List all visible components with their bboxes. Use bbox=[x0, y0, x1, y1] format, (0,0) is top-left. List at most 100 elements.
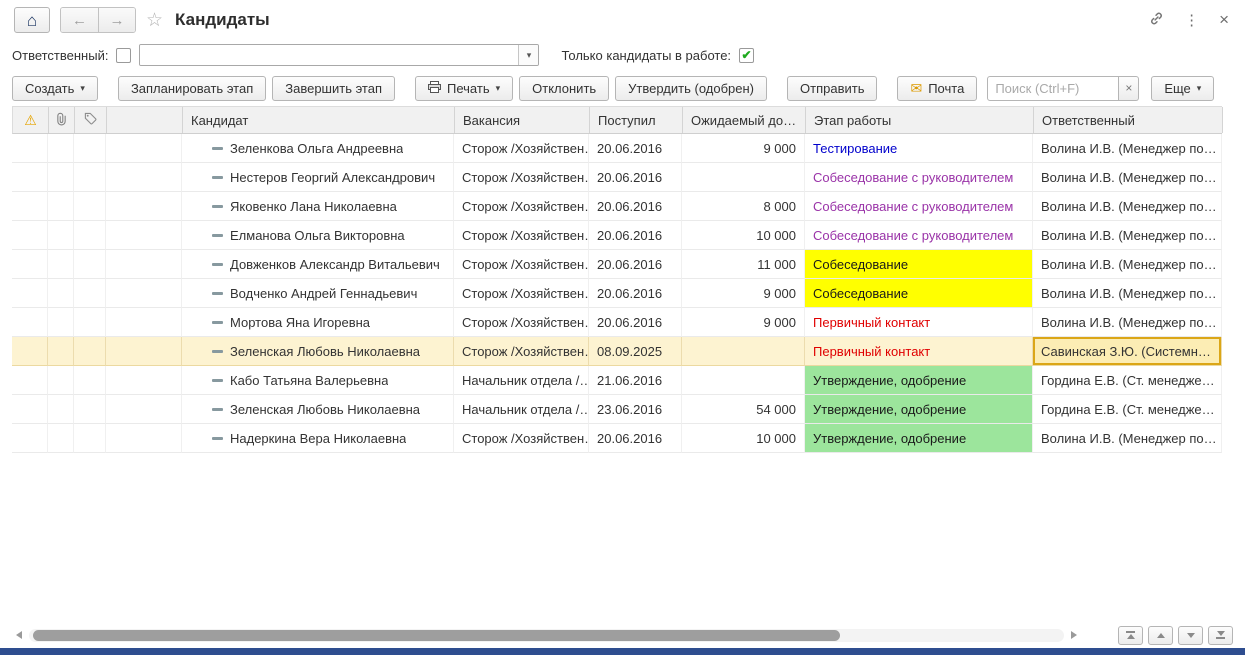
vacancy-cell[interactable]: Начальник отдела /… bbox=[454, 395, 589, 424]
table-row[interactable]: Кабо Татьяна Валерьевна Начальник отдела… bbox=[12, 366, 1222, 395]
finish-stage-button[interactable]: Завершить этап bbox=[272, 75, 396, 101]
favorite-star-icon[interactable]: ☆ bbox=[146, 11, 163, 30]
back-button[interactable]: ← bbox=[61, 8, 98, 32]
column-header-attachment[interactable] bbox=[49, 107, 75, 133]
expected-income-cell[interactable]: 11 000 bbox=[682, 250, 805, 279]
vacancy-cell[interactable]: Сторож /Хозяйствен… bbox=[454, 337, 589, 366]
approve-button[interactable]: Утвердить (одобрен) bbox=[615, 75, 767, 101]
get-link-button[interactable] bbox=[1147, 9, 1166, 31]
candidate-cell[interactable]: Зеленская Любовь Николаевна bbox=[182, 337, 454, 366]
received-date-cell[interactable]: 20.06.2016 bbox=[589, 134, 682, 163]
received-date-cell[interactable]: 20.06.2016 bbox=[589, 279, 682, 308]
vacancy-cell[interactable]: Начальник отдела /… bbox=[454, 366, 589, 395]
received-date-cell[interactable]: 20.06.2016 bbox=[589, 424, 682, 453]
table-row[interactable]: Довженков Александр Витальевич Сторож /Х… bbox=[12, 250, 1222, 279]
received-date-cell[interactable]: 23.06.2016 bbox=[589, 395, 682, 424]
table-row[interactable]: Елманова Ольга Викторовна Сторож /Хозяйс… bbox=[12, 221, 1222, 250]
vacancy-cell[interactable]: Сторож /Хозяйствен… bbox=[454, 192, 589, 221]
received-date-cell[interactable]: 08.09.2025 bbox=[589, 337, 682, 366]
vacancy-cell[interactable]: Сторож /Хозяйствен… bbox=[454, 163, 589, 192]
table-row[interactable]: Водченко Андрей Геннадьевич Сторож /Хозя… bbox=[12, 279, 1222, 308]
stage-cell[interactable]: Собеседование с руководителем bbox=[805, 163, 1033, 192]
responsible-cell[interactable]: Волина И.В. (Менеджер по… bbox=[1033, 192, 1222, 221]
scroll-right-button[interactable] bbox=[1067, 628, 1081, 642]
candidate-cell[interactable]: Зеленская Любовь Николаевна bbox=[182, 395, 454, 424]
candidate-cell[interactable]: Нестеров Георгий Александрович bbox=[182, 163, 454, 192]
responsible-filter-checkbox[interactable]: ✔ bbox=[116, 47, 132, 63]
expected-income-cell[interactable] bbox=[682, 163, 805, 192]
candidate-cell[interactable]: Яковенко Лана Николаевна bbox=[182, 192, 454, 221]
stage-cell[interactable]: Утверждение, одобрение bbox=[805, 424, 1033, 453]
table-row[interactable]: Надеркина Вера Николаевна Сторож /Хозяйс… bbox=[12, 424, 1222, 453]
go-to-first-button[interactable] bbox=[1118, 625, 1143, 645]
scrollbar-thumb[interactable] bbox=[33, 629, 841, 641]
column-header-tag[interactable] bbox=[75, 107, 107, 133]
candidate-cell[interactable]: Мортова Яна Игоревна bbox=[182, 308, 454, 337]
responsible-combo-dropdown-button[interactable]: ▾ bbox=[518, 45, 539, 65]
column-header-warning[interactable]: ⚠ bbox=[13, 107, 49, 133]
more-actions-button[interactable]: Еще ▾ bbox=[1151, 75, 1215, 101]
received-date-cell[interactable]: 20.06.2016 bbox=[589, 308, 682, 337]
table-row[interactable]: Нестеров Георгий Александрович Сторож /Х… bbox=[12, 163, 1222, 192]
print-button[interactable]: Печать ▾ bbox=[415, 75, 514, 101]
stage-cell[interactable]: Утверждение, одобрение bbox=[805, 366, 1033, 395]
expected-income-cell[interactable]: 10 000 bbox=[682, 221, 805, 250]
column-header-stage[interactable]: Этап работы bbox=[806, 107, 1034, 133]
search-clear-button[interactable]: × bbox=[1119, 75, 1140, 101]
expected-income-cell[interactable]: 9 000 bbox=[682, 134, 805, 163]
go-up-button[interactable] bbox=[1148, 625, 1173, 645]
forward-button[interactable]: → bbox=[98, 8, 135, 32]
expected-income-cell[interactable]: 10 000 bbox=[682, 424, 805, 453]
candidate-cell[interactable]: Довженков Александр Витальевич bbox=[182, 250, 454, 279]
home-button[interactable]: ⌂ bbox=[14, 7, 50, 33]
table-row[interactable]: Мортова Яна Игоревна Сторож /Хозяйствен…… bbox=[12, 308, 1222, 337]
received-date-cell[interactable]: 20.06.2016 bbox=[589, 192, 682, 221]
responsible-cell[interactable]: Волина И.В. (Менеджер по… bbox=[1033, 424, 1222, 453]
candidate-cell[interactable]: Зеленкова Ольга Андреевна bbox=[182, 134, 454, 163]
search-input[interactable] bbox=[987, 75, 1120, 101]
stage-cell[interactable]: Первичный контакт bbox=[805, 308, 1033, 337]
close-button[interactable]: × bbox=[1217, 8, 1231, 32]
horizontal-scrollbar[interactable] bbox=[29, 628, 1064, 642]
candidate-cell[interactable]: Надеркина Вера Николаевна bbox=[182, 424, 454, 453]
responsible-cell[interactable]: Гордина Е.В. (Ст. менедже… bbox=[1033, 366, 1222, 395]
stage-cell[interactable]: Собеседование bbox=[805, 279, 1033, 308]
decline-button[interactable]: Отклонить bbox=[519, 75, 610, 101]
stage-cell[interactable]: Первичный контакт bbox=[805, 337, 1033, 366]
expected-income-cell[interactable]: 9 000 bbox=[682, 308, 805, 337]
scroll-left-button[interactable] bbox=[12, 628, 26, 642]
expected-income-cell[interactable] bbox=[682, 337, 805, 366]
candidate-cell[interactable]: Водченко Андрей Геннадьевич bbox=[182, 279, 454, 308]
go-down-button[interactable] bbox=[1178, 625, 1203, 645]
responsible-cell[interactable]: Волина И.В. (Менеджер по… bbox=[1033, 221, 1222, 250]
stage-cell[interactable]: Тестирование bbox=[805, 134, 1033, 163]
expected-income-cell[interactable] bbox=[682, 366, 805, 395]
only-in-work-checkbox[interactable]: ✔ bbox=[739, 47, 755, 63]
expected-income-cell[interactable]: 54 000 bbox=[682, 395, 805, 424]
plan-stage-button[interactable]: Запланировать этап bbox=[117, 75, 267, 101]
column-header-responsible[interactable]: Ответственный bbox=[1034, 107, 1223, 133]
create-button[interactable]: Создать ▾ bbox=[12, 75, 98, 101]
candidate-cell[interactable]: Кабо Татьяна Валерьевна bbox=[182, 366, 454, 395]
send-button[interactable]: Отправить bbox=[787, 75, 878, 101]
table-row[interactable]: Зеленская Любовь Николаевна Сторож /Хозя… bbox=[12, 337, 1222, 366]
stage-cell[interactable]: Утверждение, одобрение bbox=[805, 395, 1033, 424]
vacancy-cell[interactable]: Сторож /Хозяйствен… bbox=[454, 279, 589, 308]
responsible-cell[interactable]: Волина И.В. (Менеджер по… bbox=[1033, 134, 1222, 163]
expected-income-cell[interactable]: 8 000 bbox=[682, 192, 805, 221]
column-header-vacancy[interactable]: Вакансия bbox=[455, 107, 590, 133]
responsible-cell[interactable]: Гордина Е.В. (Ст. менедже… bbox=[1033, 395, 1222, 424]
vacancy-cell[interactable]: Сторож /Хозяйствен… bbox=[454, 424, 589, 453]
responsible-cell[interactable]: Волина И.В. (Менеджер по… bbox=[1033, 250, 1222, 279]
responsible-cell[interactable]: Волина И.В. (Менеджер по… bbox=[1033, 163, 1222, 192]
table-row[interactable]: Яковенко Лана Николаевна Сторож /Хозяйст… bbox=[12, 192, 1222, 221]
stage-cell[interactable]: Собеседование bbox=[805, 250, 1033, 279]
go-to-last-button[interactable] bbox=[1208, 625, 1233, 645]
responsible-filter-input[interactable] bbox=[140, 45, 519, 65]
vacancy-cell[interactable]: Сторож /Хозяйствен… bbox=[454, 308, 589, 337]
received-date-cell[interactable]: 20.06.2016 bbox=[589, 250, 682, 279]
table-row[interactable]: Зеленкова Ольга Андреевна Сторож /Хозяйс… bbox=[12, 134, 1222, 163]
stage-cell[interactable]: Собеседование с руководителем bbox=[805, 221, 1033, 250]
candidate-cell[interactable]: Елманова Ольга Викторовна bbox=[182, 221, 454, 250]
vacancy-cell[interactable]: Сторож /Хозяйствен… bbox=[454, 221, 589, 250]
